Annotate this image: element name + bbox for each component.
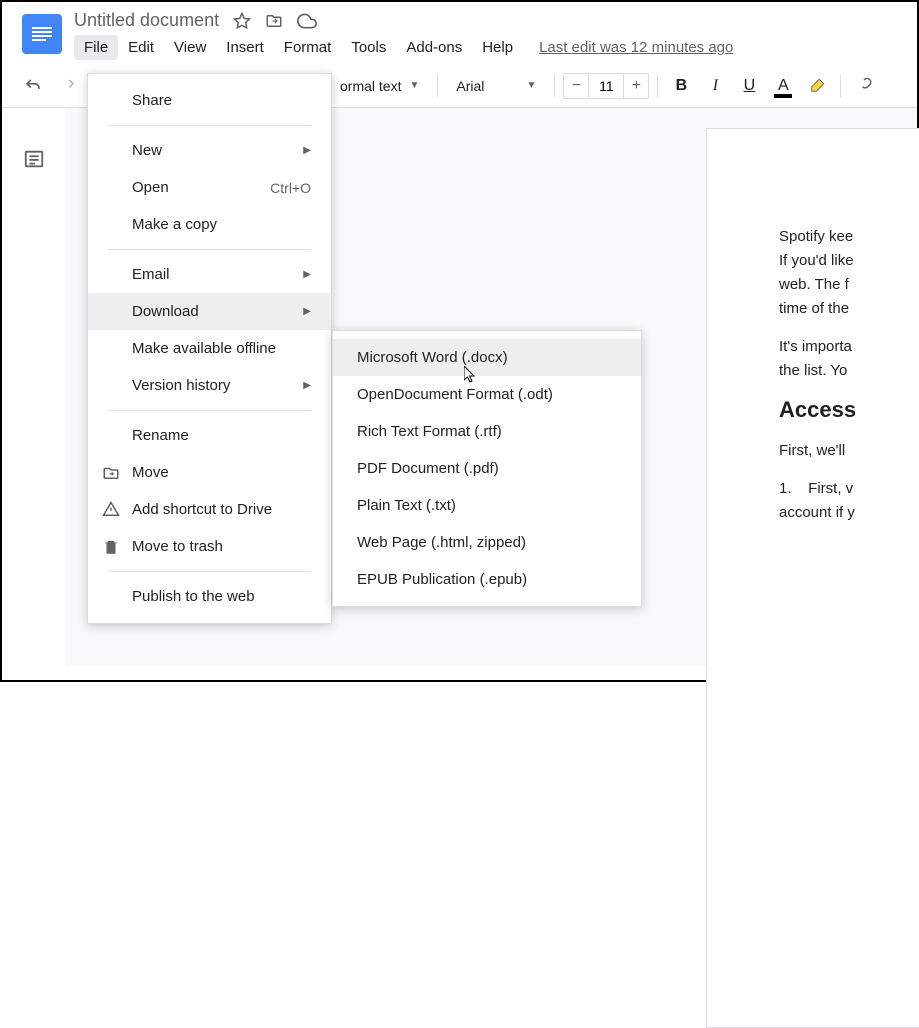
menu-move-trash[interactable]: Move to trash — [88, 528, 331, 565]
submenu-caret-icon: ▶ — [303, 269, 311, 280]
download-odt[interactable]: OpenDocument Format (.odt) — [333, 376, 641, 413]
caret-down-icon: ▼ — [526, 80, 536, 91]
document-title[interactable]: Untitled document — [74, 10, 219, 31]
paragraph: Spotify keeIf you'd likeweb. The ftime o… — [779, 225, 919, 321]
menu-insert[interactable]: Insert — [216, 35, 274, 60]
submenu-caret-icon: ▶ — [303, 380, 311, 391]
underline-button[interactable]: U — [734, 71, 764, 101]
outline-pane — [2, 108, 66, 666]
toolbar-separator — [554, 75, 555, 97]
menu-make-copy[interactable]: Make a copy — [88, 206, 331, 243]
highlight-button[interactable] — [802, 71, 832, 101]
menu-share[interactable]: Share — [88, 82, 331, 119]
menu-divider — [108, 410, 311, 411]
menu-version-history[interactable]: Version history▶ — [88, 367, 331, 404]
page[interactable]: Spotify keeIf you'd likeweb. The ftime o… — [706, 128, 919, 1028]
menu-publish-web[interactable]: Publish to the web — [88, 578, 331, 615]
paragraph: 1. First, vaccount if y — [779, 477, 919, 525]
menu-rename[interactable]: Rename — [88, 417, 331, 454]
menu-format[interactable]: Format — [274, 35, 342, 60]
font-size-decrease[interactable]: − — [564, 74, 588, 98]
header: Untitled document File Edit View Insert … — [2, 2, 917, 60]
menu-email[interactable]: Email▶ — [88, 256, 331, 293]
paragraph-style-select[interactable]: ormal text ▼ — [330, 78, 429, 94]
toolbar-separator — [840, 75, 841, 97]
file-menu-dropdown: Share New▶ OpenCtrl+O Make a copy Email▶… — [87, 73, 332, 624]
menu-divider — [108, 571, 311, 572]
menu-edit[interactable]: Edit — [118, 35, 164, 60]
drive-shortcut-icon — [102, 501, 120, 519]
download-pdf[interactable]: PDF Document (.pdf) — [333, 450, 641, 487]
font-family-select[interactable]: Arial ▼ — [446, 78, 546, 94]
menu-divider — [108, 125, 311, 126]
last-edit-link[interactable]: Last edit was 12 minutes ago — [539, 39, 733, 56]
menu-addons[interactable]: Add-ons — [396, 35, 472, 60]
menu-help[interactable]: Help — [472, 35, 523, 60]
font-size-increase[interactable]: + — [624, 74, 648, 98]
paragraph-style-label: ormal text — [340, 78, 401, 94]
outline-icon[interactable] — [23, 148, 45, 666]
menu-new[interactable]: New▶ — [88, 132, 331, 169]
heading: Access — [779, 397, 919, 423]
toolbar-separator — [657, 75, 658, 97]
menubar: File Edit View Insert Format Tools Add-o… — [74, 33, 917, 60]
menu-download[interactable]: Download▶ — [88, 293, 331, 330]
bold-button[interactable]: B — [666, 71, 696, 101]
trash-icon — [102, 538, 120, 556]
menu-move[interactable]: Move — [88, 454, 331, 491]
menu-tools[interactable]: Tools — [341, 35, 396, 60]
menu-open[interactable]: OpenCtrl+O — [88, 169, 331, 206]
download-submenu: Microsoft Word (.docx) OpenDocument Form… — [332, 330, 642, 607]
paragraph: First, we'll — [779, 439, 919, 463]
menu-file[interactable]: File — [74, 35, 118, 60]
submenu-caret-icon: ▶ — [303, 306, 311, 317]
shortcut-label: Ctrl+O — [270, 180, 311, 196]
text-color-button[interactable]: A — [768, 71, 798, 101]
download-docx[interactable]: Microsoft Word (.docx) — [333, 339, 641, 376]
toolbar-separator — [437, 75, 438, 97]
download-epub[interactable]: EPUB Publication (.epub) — [333, 561, 641, 598]
menu-divider — [108, 249, 311, 250]
font-size-control: − 11 + — [563, 73, 649, 99]
star-icon[interactable] — [233, 12, 251, 30]
menu-add-shortcut[interactable]: Add shortcut to Drive — [88, 491, 331, 528]
redo-button[interactable] — [52, 71, 82, 101]
move-icon — [102, 464, 120, 482]
download-html[interactable]: Web Page (.html, zipped) — [333, 524, 641, 561]
italic-button[interactable]: I — [700, 71, 730, 101]
paragraph: It's importathe list. Yo — [779, 335, 919, 383]
move-folder-icon[interactable] — [265, 12, 283, 30]
font-size-value[interactable]: 11 — [588, 74, 624, 98]
submenu-caret-icon: ▶ — [303, 145, 311, 156]
insert-link-button[interactable] — [849, 71, 879, 101]
download-rtf[interactable]: Rich Text Format (.rtf) — [333, 413, 641, 450]
caret-down-icon: ▼ — [409, 80, 419, 91]
docs-logo[interactable] — [22, 14, 62, 54]
cloud-status-icon[interactable] — [297, 11, 317, 31]
menu-view[interactable]: View — [164, 35, 216, 60]
download-txt[interactable]: Plain Text (.txt) — [333, 487, 641, 524]
undo-button[interactable] — [18, 71, 48, 101]
font-family-label: Arial — [456, 78, 484, 94]
menu-make-offline[interactable]: Make available offline — [88, 330, 331, 367]
